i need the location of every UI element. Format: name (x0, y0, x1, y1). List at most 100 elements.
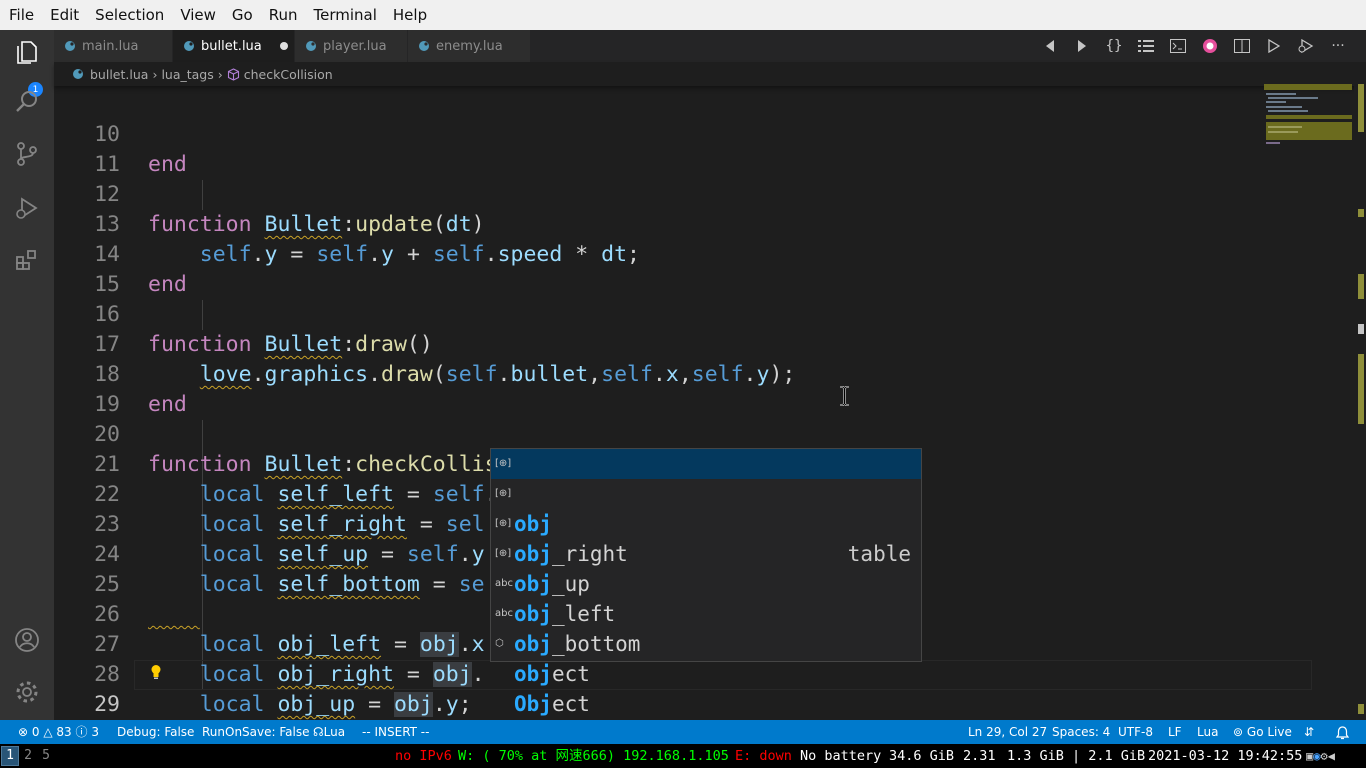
breadcrumb-section[interactable]: lua_tags (161, 67, 213, 82)
navigate-back-icon[interactable] (1034, 30, 1066, 62)
run-on-save-status[interactable]: RunOnSave: False (202, 720, 310, 744)
braces-icon[interactable]: {} (1098, 30, 1130, 62)
code-line: 10 end (94, 122, 187, 177)
system-status-bar: 1 2 5 no IPv6 W: ( 70% at 网速666) 192.168… (0, 744, 1366, 768)
suggest-item[interactable]: ⬡ Object (491, 629, 921, 716)
menu-file[interactable]: File (0, 6, 42, 24)
notifications-bell-icon[interactable] (1335, 720, 1350, 744)
suggest-item[interactable]: [⊕] obj_left (491, 539, 921, 626)
menu-edit[interactable]: Edit (42, 6, 87, 24)
lua-file-icon (419, 41, 429, 51)
code-line: 29 local obj_bottom = obj.y + self.heigh… (54, 660, 1274, 717)
disk-status: 34.6 GiB (889, 748, 955, 764)
code-line: 21 local self_left = self.x; (94, 452, 523, 507)
debug-run-icon[interactable] (1290, 30, 1322, 62)
live-share-status-icon[interactable]: ⇵ (1304, 720, 1314, 744)
code-line: 14 end (94, 242, 187, 297)
tab-main-lua[interactable]: main.lua (54, 30, 173, 62)
menu-selection[interactable]: Selection (87, 6, 172, 24)
lua-tag-icon: ☊ (313, 725, 324, 739)
eol-status[interactable]: LF (1168, 720, 1182, 744)
menu-terminal[interactable]: Terminal (306, 6, 385, 24)
live-share-icon[interactable] (1194, 30, 1226, 62)
variable-icon: [⊕] (495, 548, 512, 559)
debug-status[interactable]: Debug: False (117, 720, 194, 744)
chevron-right-icon: › (217, 66, 223, 82)
run-icon[interactable] (1258, 30, 1290, 62)
encoding-status[interactable]: UTF-8 (1118, 720, 1153, 744)
tray-icons[interactable]: ▣◉⚙◀ (1306, 744, 1335, 768)
indentation-status[interactable]: Spaces: 4 (1052, 720, 1110, 744)
suggest-item[interactable]: [⊕] obj table (491, 449, 921, 566)
language-tag-status[interactable]: ☊Lua (313, 720, 345, 744)
lua-file-icon (306, 41, 316, 51)
menu-run[interactable]: Run (261, 6, 306, 24)
tray-settings-icon[interactable]: ⚙ (1320, 749, 1327, 763)
menu-go[interactable]: Go (224, 6, 261, 24)
datetime-status: 2021-03-12 19:42:55 (1148, 748, 1303, 764)
editor-toolbar: {} ··· (1034, 30, 1354, 62)
menu-help[interactable]: Help (385, 6, 435, 24)
problems-indicator[interactable]: ⊗ 0 △ 83 ⓘ 3 (18, 720, 99, 744)
warning-icon: △ (43, 725, 53, 739)
activity-bar: 1 (0, 30, 54, 720)
broadcast-icon: ⊚ (1233, 725, 1244, 739)
terminal-icon[interactable] (1162, 30, 1194, 62)
menu-view[interactable]: View (172, 6, 224, 24)
lua-file-icon (184, 41, 194, 51)
more-actions-icon[interactable]: ··· (1322, 30, 1354, 62)
suggest-item[interactable]: abc object (491, 599, 921, 686)
info-icon: ⓘ (75, 725, 88, 739)
text-word-icon: abc (495, 608, 513, 619)
menu-bar: File Edit Selection View Go Run Terminal… (0, 0, 1366, 30)
tray-volume-icon[interactable]: ◀ (1328, 749, 1335, 763)
tab-bullet-lua[interactable]: bullet.lua (173, 30, 295, 62)
workspace-5[interactable]: 5 (38, 747, 54, 765)
run-debug-icon[interactable] (13, 194, 41, 222)
code-line: 16 function Bullet:draw() (94, 302, 433, 357)
go-live-button[interactable]: ⊚ Go Live (1233, 720, 1292, 744)
navigate-forward-icon[interactable] (1066, 30, 1098, 62)
explorer-icon[interactable] (13, 38, 41, 66)
breadcrumb-file[interactable]: bullet.lua (90, 67, 148, 82)
extensions-icon[interactable] (13, 246, 41, 274)
suggest-item[interactable]: [⊕] obj_up (491, 509, 921, 596)
language-mode-status[interactable]: Lua (1197, 720, 1218, 744)
modified-dot-icon[interactable] (279, 42, 288, 50)
autocomplete-suggest-widget: [⊕] obj table [⊕] obj_right [⊕] obj_up [… (490, 448, 922, 716)
breadcrumb-symbol[interactable]: checkCollision (244, 67, 333, 82)
workspace-1[interactable]: 1 (1, 746, 19, 766)
code-line: 19 (94, 392, 120, 417)
settings-gear-icon[interactable] (13, 678, 41, 706)
vertical-scrollbar[interactable] (1354, 84, 1366, 720)
ethernet-status: E: down (735, 748, 792, 764)
code-line: 17 love.graphics.draw(self.bullet,self.x… (94, 332, 796, 387)
code-line: 30 end (54, 690, 1274, 720)
variable-icon: [⊕] (495, 518, 512, 529)
method-cube-icon (227, 67, 239, 81)
memory-status: 1.3 GiB | 2.1 GiB (1007, 748, 1146, 764)
workspace-2[interactable]: 2 (20, 747, 36, 765)
code-line: 11 (94, 152, 120, 177)
ipv6-status: no IPv6 (395, 748, 452, 764)
status-bar: ⊗ 0 △ 83 ⓘ 3 Debug: False RunOnSave: Fal… (0, 720, 1366, 744)
tab-player-lua[interactable]: player.lua (295, 30, 408, 62)
search-icon[interactable] (13, 88, 41, 116)
lightbulb-icon[interactable] (150, 664, 162, 684)
error-icon: ⊗ (18, 725, 29, 739)
text-word-icon: abc (495, 578, 513, 589)
code-line: 18 end (94, 362, 187, 417)
variable-icon: [⊕] (495, 488, 512, 499)
split-editor-icon[interactable] (1226, 30, 1258, 62)
source-control-icon[interactable] (13, 140, 41, 168)
suggest-item[interactable]: [⊕] obj_right (491, 479, 921, 566)
minimap[interactable] (1264, 84, 1352, 148)
lua-file-icon (65, 41, 75, 51)
wifi-status: W: ( 70% at 网速666) 192.168.1.105 (458, 748, 729, 764)
list-icon[interactable] (1130, 30, 1162, 62)
cursor-position[interactable]: Ln 29, Col 27 (968, 720, 1047, 744)
suggest-item[interactable]: abc obj_bottom (491, 569, 921, 656)
load-status: 2.31 (963, 748, 996, 764)
tab-enemy-lua[interactable]: enemy.lua (408, 30, 531, 62)
account-icon[interactable] (13, 626, 41, 654)
